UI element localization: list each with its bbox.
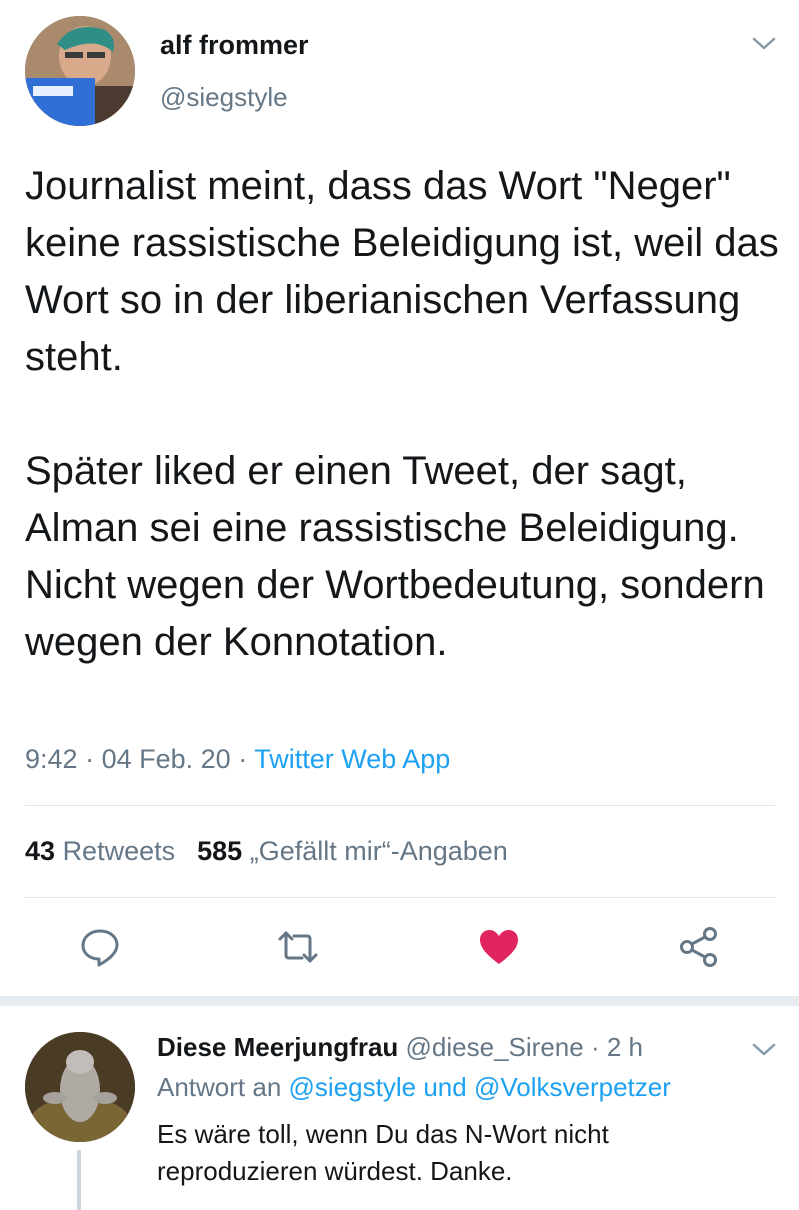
meta-separator: · [85,744,102,774]
tweet-text: Journalist meint, dass das Wort "Neger" … [25,158,785,671]
meta-separator: · [238,744,255,774]
like-icon[interactable] [477,925,521,969]
tweet-time: 9:42 [25,744,78,774]
chevron-down-icon[interactable] [749,1040,779,1060]
tweet-paragraph: Journalist meint, dass das Wort "Neger" … [25,164,779,379]
section-separator [0,996,799,1006]
like-count: 585 [197,836,243,866]
reply-to-conjunction: und [423,1072,467,1102]
share-icon[interactable] [677,925,721,969]
retweet-label: Retweets [62,836,176,866]
reply-text-line: Es wäre toll, wenn Du das N-Wort nicht [157,1119,609,1149]
like-label: „Gefällt mir“-Angaben [249,836,508,866]
reply-header: Diese Meerjungfrau @diese_Sirene · 2 h [157,1032,643,1063]
reply-tweet[interactable]: Diese Meerjungfrau @diese_Sirene · 2 h A… [0,1006,799,1210]
reply-to-prefix: Antwort an [157,1072,282,1102]
tweet-meta: 9:42 · 04 Feb. 20 · Twitter Web App [25,744,450,775]
author-avatar-image [25,16,135,126]
chevron-down-icon[interactable] [749,34,779,54]
author-avatar[interactable] [25,16,135,126]
tweet-source-link[interactable]: Twitter Web App [254,744,450,774]
reply-avatar-image [25,1032,135,1142]
retweet-icon[interactable] [276,925,320,969]
reply-separator: · [590,1032,600,1062]
divider [25,897,775,898]
author-handle[interactable]: @siegstyle [160,82,288,113]
retweet-count: 43 [25,836,56,866]
reply-author-handle[interactable]: @diese_Sirene [406,1032,584,1062]
likes-stat[interactable]: 585 „Gefällt mir“-Angaben [197,836,508,866]
thread-line [77,1150,81,1210]
main-tweet: alf frommer @siegstyle Journalist meint,… [0,0,799,996]
reply-icon[interactable] [78,925,122,969]
retweets-stat[interactable]: 43 Retweets [25,836,175,866]
divider [25,805,775,806]
reply-text-line: reproduzieren würdest. Danke. [157,1156,513,1186]
reply-time[interactable]: 2 h [607,1032,643,1062]
tweet-paragraph: Später liked er einen Tweet, der sagt, A… [25,449,765,664]
reply-author-avatar[interactable] [25,1032,135,1142]
reply-author-name[interactable]: Diese Meerjungfrau [157,1032,398,1062]
reply-text: Es wäre toll, wenn Du das N-Wort nicht r… [157,1116,757,1190]
mention-link[interactable]: @Volksverpetzer [474,1072,671,1102]
mention-link[interactable]: @siegstyle [289,1072,417,1102]
tweet-date: 04 Feb. 20 [101,744,231,774]
author-name[interactable]: alf frommer [160,30,309,61]
reply-to-line: Antwort an @siegstyle und @Volksverpetze… [157,1072,671,1103]
tweet-stats: 43 Retweets 585 „Gefällt mir“-Angaben [25,836,508,867]
